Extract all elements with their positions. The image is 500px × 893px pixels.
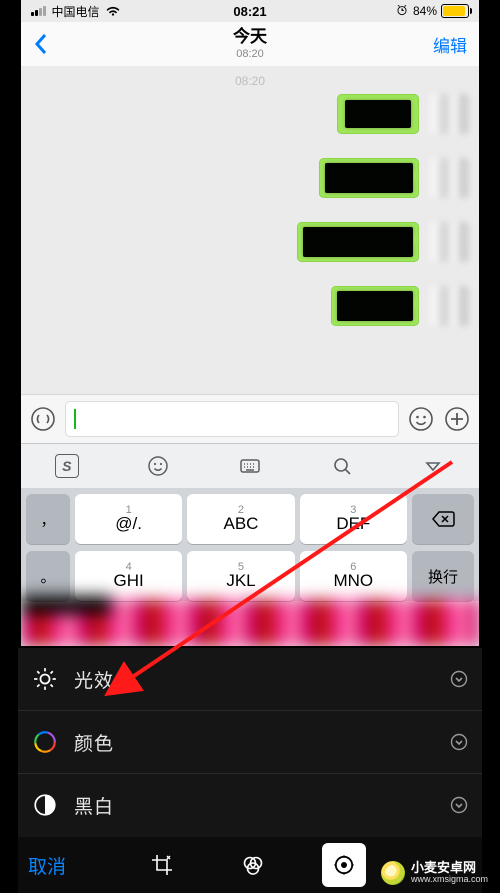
watermark-name: 小麦安卓网 <box>411 861 488 875</box>
photo-under-edit: 中国电信 08:21 84% 今天 08:20 <box>21 0 479 646</box>
ime-sogou-icon[interactable]: S <box>21 454 113 478</box>
keyboard-toolbar: S <box>21 443 479 488</box>
bw-icon <box>32 792 58 818</box>
color-ring-icon <box>32 729 58 755</box>
key-period[interactable]: 。 <box>26 551 70 601</box>
chat-bubble <box>337 94 419 134</box>
chat-navbar: 今天 08:20 编辑 <box>21 22 479 66</box>
avatar <box>429 94 469 134</box>
key-2[interactable]: 2ABC <box>187 494 294 544</box>
option-bw[interactable]: 黑白 <box>18 774 482 836</box>
status-time: 08:21 <box>21 4 479 19</box>
chat-subtitle: 08:20 <box>21 48 479 60</box>
chat-bubble <box>331 286 419 326</box>
chat-title: 今天 <box>21 28 479 47</box>
watermark: 小麦安卓网 www.xmsigma.com <box>381 861 488 885</box>
message-input[interactable] <box>65 401 399 437</box>
cancel-button[interactable]: 取消 <box>28 852 66 879</box>
watermark-logo-icon <box>381 861 405 885</box>
battery-icon <box>441 4 469 18</box>
avatar <box>429 286 469 326</box>
chat-timestamp: 08:20 <box>21 66 479 88</box>
key-comma[interactable]: ， <box>26 494 70 544</box>
adjust-panel: 光效 颜色 黑白 <box>18 648 482 837</box>
voice-icon[interactable] <box>29 405 57 433</box>
key-1[interactable]: 1@/. <box>75 494 182 544</box>
chat-bubble <box>297 222 419 262</box>
redacted-strip <box>21 600 479 646</box>
key-backspace[interactable] <box>412 494 474 544</box>
chevron-down-icon <box>450 733 468 751</box>
key-6[interactable]: 6MNO <box>300 551 407 601</box>
tool-adjust-button[interactable] <box>322 843 366 887</box>
tool-crop-button[interactable] <box>140 843 184 887</box>
key-5[interactable]: 5JKL <box>187 551 294 601</box>
status-bar: 中国电信 08:21 84% <box>21 0 479 22</box>
emoji-icon[interactable] <box>407 405 435 433</box>
key-3[interactable]: 3DEF <box>300 494 407 544</box>
chat-area: 08:20 <box>21 66 479 394</box>
kb-search-icon[interactable] <box>296 454 388 478</box>
edit-button[interactable]: 编辑 <box>433 32 467 57</box>
option-light-label: 光效 <box>74 666 114 693</box>
watermark-url: www.xmsigma.com <box>411 875 488 884</box>
kb-keyboard-icon[interactable] <box>204 454 296 478</box>
plus-icon[interactable] <box>443 405 471 433</box>
chevron-down-icon <box>450 796 468 814</box>
text-caret <box>74 409 76 429</box>
chat-bubble <box>319 158 419 198</box>
tool-filters-button[interactable] <box>231 843 275 887</box>
kb-emoji-icon[interactable] <box>113 454 205 478</box>
chevron-down-icon <box>450 670 468 688</box>
option-color[interactable]: 颜色 <box>18 711 482 774</box>
sun-icon <box>32 666 58 692</box>
kb-collapse-icon[interactable] <box>387 454 479 478</box>
option-color-label: 颜色 <box>74 729 114 756</box>
key-4[interactable]: 4GHI <box>75 551 182 601</box>
compose-bar <box>21 394 479 443</box>
option-light[interactable]: 光效 <box>18 648 482 711</box>
keyboard: ， 1@/. 2ABC 3DEF 。 4GHI 5JKL 6MNO 换行 <box>21 488 479 601</box>
avatar <box>429 222 469 262</box>
option-bw-label: 黑白 <box>74 792 114 819</box>
key-return[interactable]: 换行 <box>412 551 474 601</box>
avatar <box>429 158 469 198</box>
